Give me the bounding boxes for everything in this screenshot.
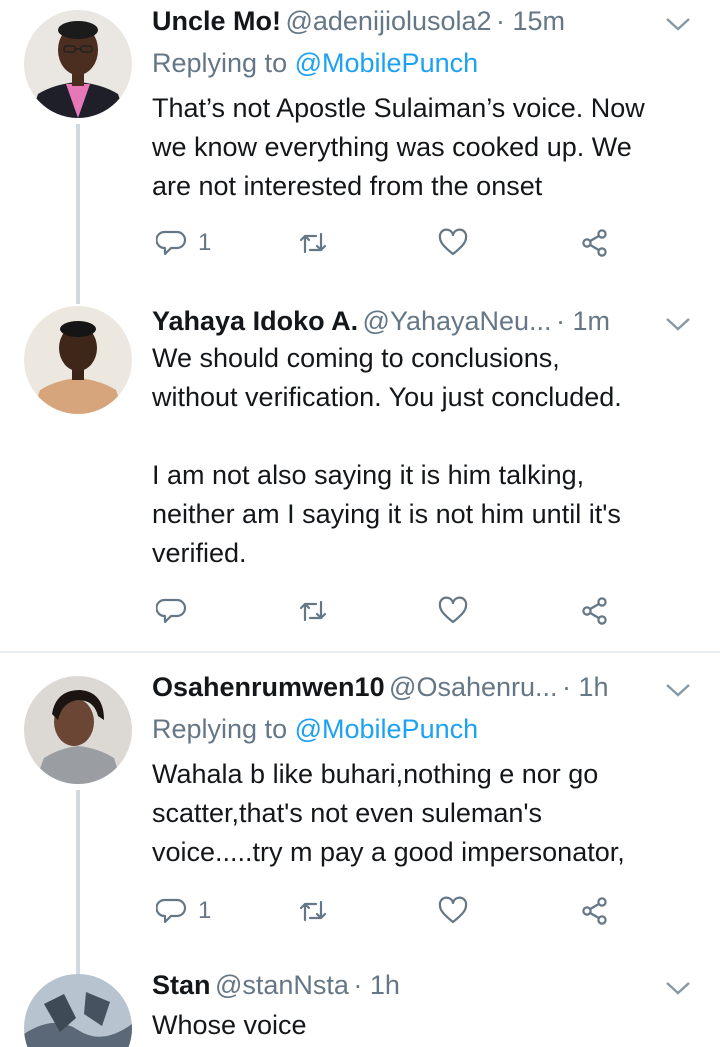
reply-count: 1	[198, 229, 212, 256]
share-icon	[582, 229, 607, 257]
avatar[interactable]	[24, 974, 132, 1047]
display-name[interactable]: Uncle Mo!	[152, 6, 281, 36]
share-button[interactable]	[580, 223, 610, 263]
replying-to-label: Replying to	[152, 48, 288, 78]
like-button[interactable]	[438, 223, 468, 263]
avatar[interactable]	[24, 306, 132, 414]
mention-link[interactable]: @MobilePunch	[295, 48, 479, 78]
reply-button[interactable]	[156, 591, 186, 631]
user-handle[interactable]: @Osahenru...	[389, 672, 558, 702]
display-name[interactable]: Osahenrumwen10	[152, 672, 385, 702]
tweet-actions: 1	[152, 223, 622, 263]
chevron-down-icon[interactable]	[664, 978, 692, 998]
like-icon	[438, 228, 468, 256]
mention-link[interactable]: @MobilePunch	[295, 714, 479, 744]
timestamp[interactable]: · 15m	[496, 6, 565, 36]
tweet-actions: 1	[152, 891, 622, 931]
retweet-button[interactable]	[298, 223, 328, 263]
chevron-down-icon[interactable]	[664, 680, 692, 700]
share-button[interactable]	[580, 891, 610, 931]
thread-line	[76, 790, 80, 976]
reply-count: 1	[198, 897, 212, 924]
share-icon	[582, 897, 607, 925]
timestamp[interactable]: · 1m	[556, 306, 610, 336]
display-name[interactable]: Stan	[152, 970, 211, 1000]
replying-to: Replying to @MobilePunch	[152, 48, 478, 79]
display-name[interactable]: Yahaya Idoko A.	[152, 306, 358, 336]
like-icon	[438, 896, 468, 924]
tweet-text: That’s not Apostle Sulaiman’s voice. Now…	[152, 93, 645, 201]
replying-to-label: Replying to	[152, 714, 288, 744]
reply-button[interactable]: 1	[156, 223, 211, 263]
like-button[interactable]	[438, 591, 468, 631]
reply-icon	[156, 230, 186, 256]
tweet[interactable]: Osahenrumwen10 @Osahenru... · 1h Replyin…	[0, 670, 720, 976]
retweet-button[interactable]	[298, 891, 328, 931]
retweet-icon	[299, 232, 327, 254]
share-button[interactable]	[580, 591, 610, 631]
reply-icon	[156, 598, 186, 624]
tweet[interactable]: Yahaya Idoko A. @YahayaNeu... · 1m We sh…	[0, 300, 720, 650]
tweet[interactable]: Uncle Mo! @adenijiolusola2 · 15m Replyin…	[0, 0, 720, 304]
reply-icon	[156, 898, 186, 924]
avatar[interactable]	[24, 676, 132, 784]
tweet-actions	[152, 591, 622, 631]
retweet-icon	[299, 900, 327, 922]
timestamp[interactable]: · 1h	[353, 970, 400, 1000]
share-icon	[582, 597, 607, 625]
retweet-icon	[299, 600, 327, 622]
like-icon	[438, 596, 468, 624]
chevron-down-icon[interactable]	[664, 314, 692, 334]
tweet-text: We should coming to conclusions, without…	[152, 343, 622, 568]
reply-button[interactable]: 1	[156, 891, 211, 931]
user-handle[interactable]: @stanNsta	[215, 970, 349, 1000]
avatar[interactable]	[24, 10, 132, 118]
thread-line	[76, 124, 80, 304]
like-button[interactable]	[438, 891, 468, 931]
tweet-text: Wahala b like buhari,nothing e nor go sc…	[152, 759, 625, 867]
user-handle[interactable]: @YahayaNeu...	[363, 306, 552, 336]
user-handle[interactable]: @adenijiolusola2	[285, 6, 491, 36]
tweet-text: Whose voice	[152, 1010, 307, 1040]
chevron-down-icon[interactable]	[664, 14, 692, 34]
tweet-divider	[0, 651, 720, 653]
tweet[interactable]: Stan @stanNsta · 1h Whose voice	[0, 968, 720, 1047]
replying-to: Replying to @MobilePunch	[152, 714, 478, 745]
timestamp[interactable]: · 1h	[562, 672, 609, 702]
retweet-button[interactable]	[298, 591, 328, 631]
